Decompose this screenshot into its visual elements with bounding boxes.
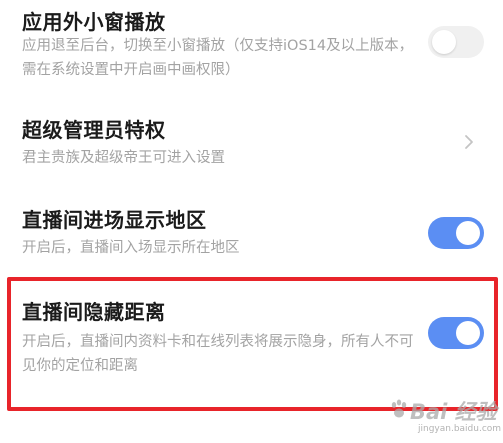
setting-row-entry-region: 直播间进场显示地区 开启后，直播间入场显示所在地区 xyxy=(0,190,503,278)
settings-screen: 应用外小窗播放 应用退至后台，切换至小窗播放（仅支持iOS14及以上版本，需在系… xyxy=(0,0,503,443)
setting-description: 应用退至后台，切换至小窗播放（仅支持iOS14及以上版本，需在系统设置中开启画中… xyxy=(22,38,414,78)
setting-row-super-admin[interactable]: 超级管理员特权 君主贵族及超级帝王可进入设置 xyxy=(0,100,503,190)
hide-distance-toggle[interactable] xyxy=(428,317,484,349)
setting-row-pip-playback: 应用外小窗播放 应用退至后台，切换至小窗播放（仅支持iOS14及以上版本，需在系… xyxy=(0,0,503,100)
setting-description: 君主贵族及超级帝王可进入设置 xyxy=(22,150,225,166)
setting-title: 直播间进场显示地区 xyxy=(22,208,207,232)
entry-region-toggle[interactable] xyxy=(428,217,484,249)
setting-description: 开启后，直播间入场显示所在地区 xyxy=(22,240,240,256)
toggle-knob xyxy=(432,30,456,54)
chevron-right-icon[interactable] xyxy=(460,133,478,151)
setting-row-hide-distance: 直播间隐藏距离 开启后，直播间内资料卡和在线列表将展示隐身，所有人不可见你的定位… xyxy=(0,278,503,408)
watermark-url: jingyan.baidu.com xyxy=(418,424,502,434)
setting-description: 开启后，直播间内资料卡和在线列表将展示隐身，所有人不可见你的定位和距离 xyxy=(22,334,414,374)
setting-title: 超级管理员特权 xyxy=(22,118,166,142)
setting-title: 应用外小窗播放 xyxy=(22,10,166,34)
pip-playback-toggle[interactable] xyxy=(428,26,484,58)
toggle-knob xyxy=(456,321,480,345)
toggle-knob xyxy=(456,221,480,245)
setting-title: 直播间隐藏距离 xyxy=(22,300,166,324)
